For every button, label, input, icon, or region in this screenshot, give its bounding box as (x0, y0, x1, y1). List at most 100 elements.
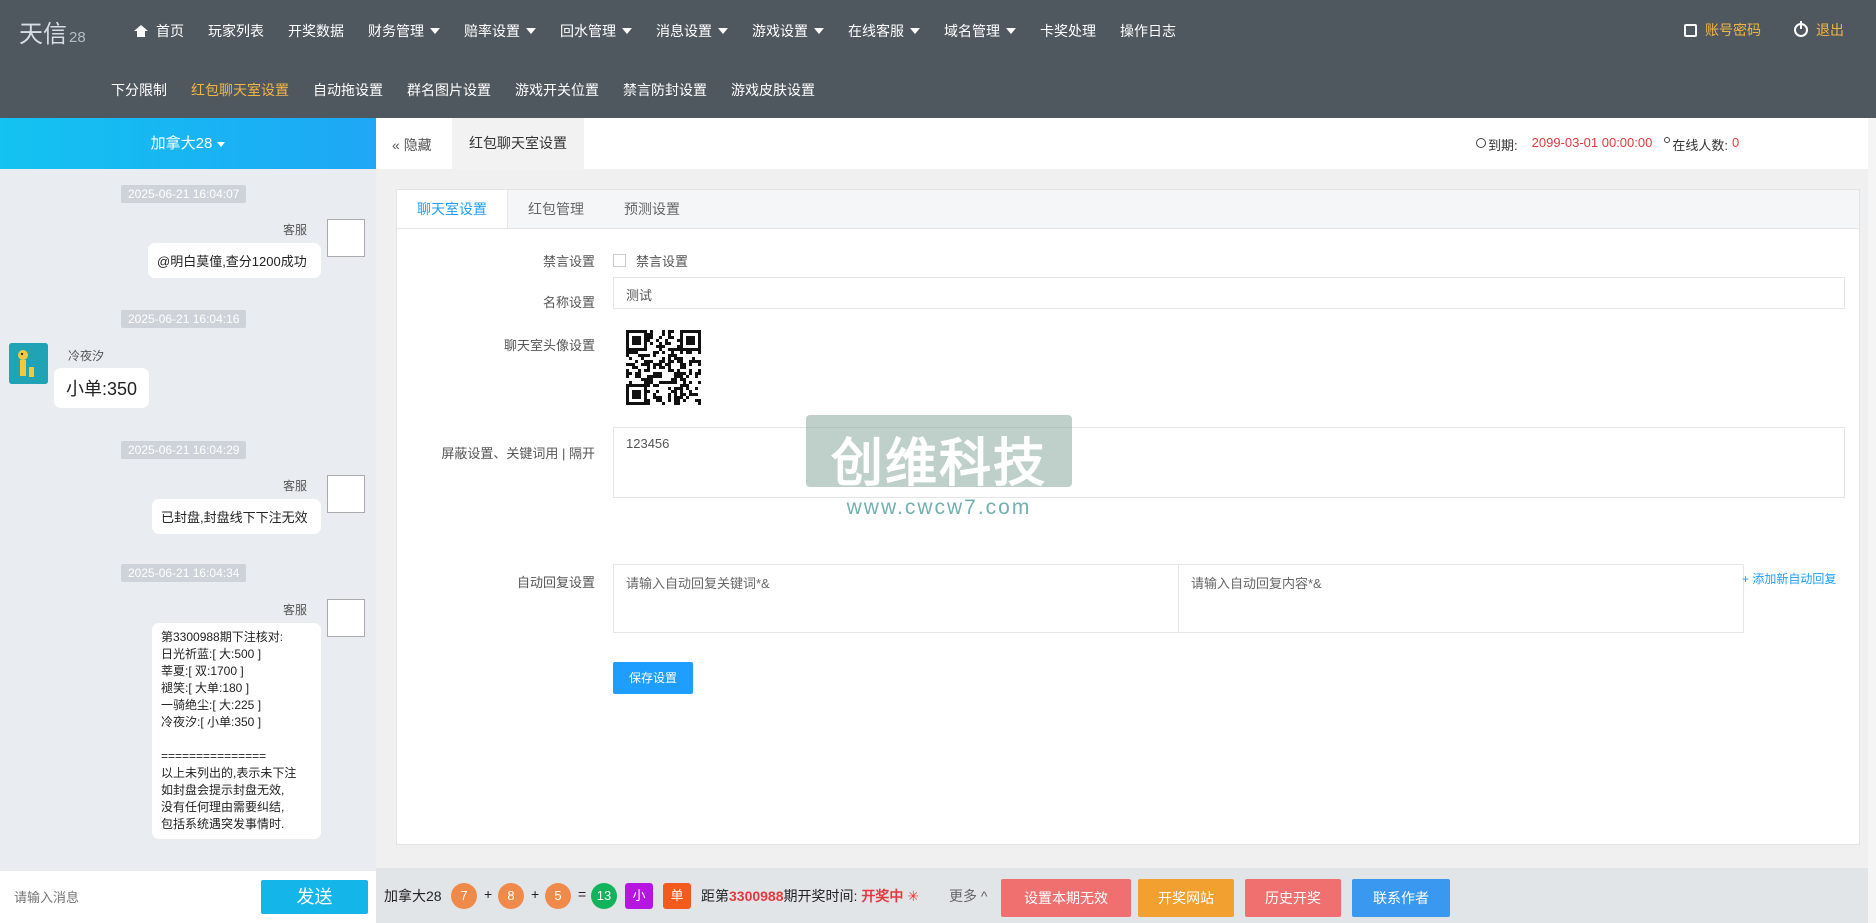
chat-message: @明白莫僮,查分1200成功 (148, 243, 321, 278)
autoreply-content-textarea[interactable]: 请输入自动回复内容*& (1178, 564, 1744, 633)
nav-home[interactable]: 首页 (134, 21, 184, 41)
draw-status-bar: 加拿大28 7 + 8 + 5 = 13 小 单 距第3300988期开奖时间:… (376, 868, 1876, 923)
hide-sidebar-button[interactable]: « 隐藏 (392, 135, 432, 155)
logout-link[interactable]: 退出 (1794, 20, 1844, 40)
home-icon (134, 25, 148, 37)
message-timestamp: 2025-06-21 16:04:16 (121, 310, 247, 328)
result-ball: 8 (498, 883, 524, 909)
subnav-auto-bot[interactable]: 自动拖设置 (313, 80, 383, 100)
expiry-info: 到期: 2099-03-01 00:00:00 在线人数: 0 (1476, 135, 1876, 154)
sender-name: 冷夜汐 (68, 349, 105, 363)
result-sum: 13 (591, 883, 617, 909)
tab-redpacket-manage[interactable]: 红包管理 (508, 190, 604, 228)
caret-down-icon (718, 28, 728, 34)
more-toggle[interactable]: 更多 ^ (949, 886, 987, 906)
chat-message: 小单:350 (54, 368, 150, 408)
top-navbar: 天信 28 首页 玩家列表 开奖数据 财务管理 赔率设置 回水管理 消息设置 游戏… (0, 0, 1876, 118)
message-input[interactable] (14, 883, 244, 911)
period-info: 距第3300988期开奖时间: 开奖中 ✳ (701, 888, 920, 904)
tab-redpacket-chat[interactable]: 红包聊天室设置 (452, 118, 584, 169)
subnav-group-image[interactable]: 群名图片设置 (407, 80, 491, 100)
contact-author-button[interactable]: 联系作者 (1352, 879, 1450, 917)
avatar (327, 599, 365, 637)
nav-domain[interactable]: 域名管理 (944, 21, 1016, 41)
mute-checkbox-label[interactable]: 禁言设置 (636, 251, 688, 270)
avatar (327, 475, 365, 513)
nav-messages[interactable]: 消息设置 (656, 21, 728, 41)
chat-message: 第3300988期下注核对: 日光祈蓝:[ 大:500 ] 莘夏:[ 双:170… (152, 623, 321, 839)
mute-checkbox[interactable] (613, 254, 626, 267)
sender-name: 客服 (283, 479, 308, 493)
nav-player-list[interactable]: 玩家列表 (208, 21, 264, 41)
page-tabbar: « 隐藏 红包聊天室设置 到期: 2099-03-01 00:00:00 在线人… (376, 118, 1876, 169)
add-autoreply-link[interactable]: + 添加新自动回复 (1742, 570, 1836, 587)
chat-message: 已封盘,封盘线下下注无效 (152, 499, 321, 534)
send-button[interactable]: 发送 (261, 880, 368, 914)
subnav-game-skin[interactable]: 游戏皮肤设置 (731, 80, 815, 100)
nav-card-draw[interactable]: 卡奖处理 (1040, 21, 1096, 41)
settings-card: 聊天室设置 红包管理 预测设置 禁言设置 禁言设置 名称设置 测试 聊天室头像设… (396, 189, 1860, 845)
avatar (9, 343, 48, 384)
sender-name: 客服 (283, 223, 308, 237)
save-settings-button[interactable]: 保存设置 (613, 662, 693, 694)
name-label: 名称设置 (542, 295, 595, 310)
subnav-mute-guard[interactable]: 禁言防封设置 (623, 80, 707, 100)
chatroom-avatar-qr[interactable] (625, 329, 703, 407)
room-name-input[interactable]: 测试 (613, 277, 1845, 309)
nav-game-settings[interactable]: 游戏设置 (752, 21, 824, 41)
subnav-down-limit[interactable]: 下分限制 (111, 80, 167, 100)
settings-tabs: 聊天室设置 红包管理 预测设置 (397, 190, 1859, 229)
nav-draw-data[interactable]: 开奖数据 (288, 21, 344, 41)
primary-nav: 首页 玩家列表 开奖数据 财务管理 赔率设置 回水管理 消息设置 游戏设置 在线… (134, 20, 1200, 42)
page-scrollbar[interactable] (1868, 118, 1876, 923)
power-icon (1794, 21, 1808, 37)
chat-panel: 加拿大28 2025-06-21 16:04:07 客服 @明白莫僮,查分120… (0, 118, 376, 923)
secondary-nav: 下分限制 红包聊天室设置 自动拖设置 群名图片设置 游戏开关位置 禁言防封设置 … (111, 80, 839, 100)
message-timestamp: 2025-06-21 16:04:07 (121, 185, 247, 203)
caret-down-icon (910, 28, 920, 34)
result-size-tag: 小 (625, 883, 653, 909)
result-ball: 5 (545, 883, 571, 909)
draw-website-button[interactable]: 开奖网站 (1138, 879, 1234, 917)
result-parity-tag: 单 (663, 883, 691, 909)
message-timestamp: 2025-06-21 16:04:29 (121, 441, 247, 459)
nav-rebate[interactable]: 回水管理 (560, 21, 632, 41)
subnav-redpacket-chat[interactable]: 红包聊天室设置 (191, 80, 289, 100)
subnav-game-switch[interactable]: 游戏开关位置 (515, 80, 599, 100)
caret-down-icon (814, 28, 824, 34)
sender-name: 客服 (283, 603, 308, 617)
nav-odds[interactable]: 赔率设置 (464, 21, 536, 41)
tab-prediction-settings[interactable]: 预测设置 (604, 190, 700, 228)
nav-oplog[interactable]: 操作日志 (1120, 21, 1176, 41)
invalidate-period-button[interactable]: 设置本期无效 (1001, 879, 1131, 917)
caret-down-icon (430, 28, 440, 34)
edit-icon (1684, 23, 1697, 37)
caret-down-icon (1006, 28, 1016, 34)
block-keywords-textarea[interactable]: 123456 (613, 427, 1845, 498)
history-draw-button[interactable]: 历史开奖 (1245, 879, 1341, 917)
room-selector[interactable]: 加拿大28 (0, 118, 376, 169)
double-chevron-left-icon: « (392, 137, 404, 153)
autoreply-label: 自动回复设置 (516, 575, 595, 590)
avatar (327, 219, 365, 257)
caret-down-icon (217, 141, 226, 147)
caret-down-icon (526, 28, 536, 34)
autoreply-keyword-textarea[interactable]: 请输入自动回复关键词*& (613, 564, 1179, 633)
loading-icon: ✳ (907, 888, 920, 904)
nav-online-service[interactable]: 在线客服 (848, 21, 920, 41)
nav-finance[interactable]: 财务管理 (368, 21, 440, 41)
caret-down-icon (622, 28, 632, 34)
avatar-setting-label: 聊天室头像设置 (503, 338, 595, 353)
mute-label: 禁言设置 (542, 254, 595, 269)
game-name: 加拿大28 (384, 888, 442, 904)
account-password-link[interactable]: 账号密码 (1684, 20, 1761, 40)
chevron-up-icon: ^ (977, 888, 988, 904)
message-timestamp: 2025-06-21 16:04:34 (121, 564, 247, 582)
block-keywords-label: 屏蔽设置、关键词用 | 隔开 (441, 446, 595, 461)
app-logo[interactable]: 天信 28 (19, 14, 86, 49)
chat-composer: 发送 (0, 871, 376, 923)
result-ball: 7 (451, 883, 477, 909)
user-icon (1662, 135, 1671, 145)
tab-chat-settings[interactable]: 聊天室设置 (397, 190, 508, 228)
clock-icon (1476, 138, 1486, 148)
